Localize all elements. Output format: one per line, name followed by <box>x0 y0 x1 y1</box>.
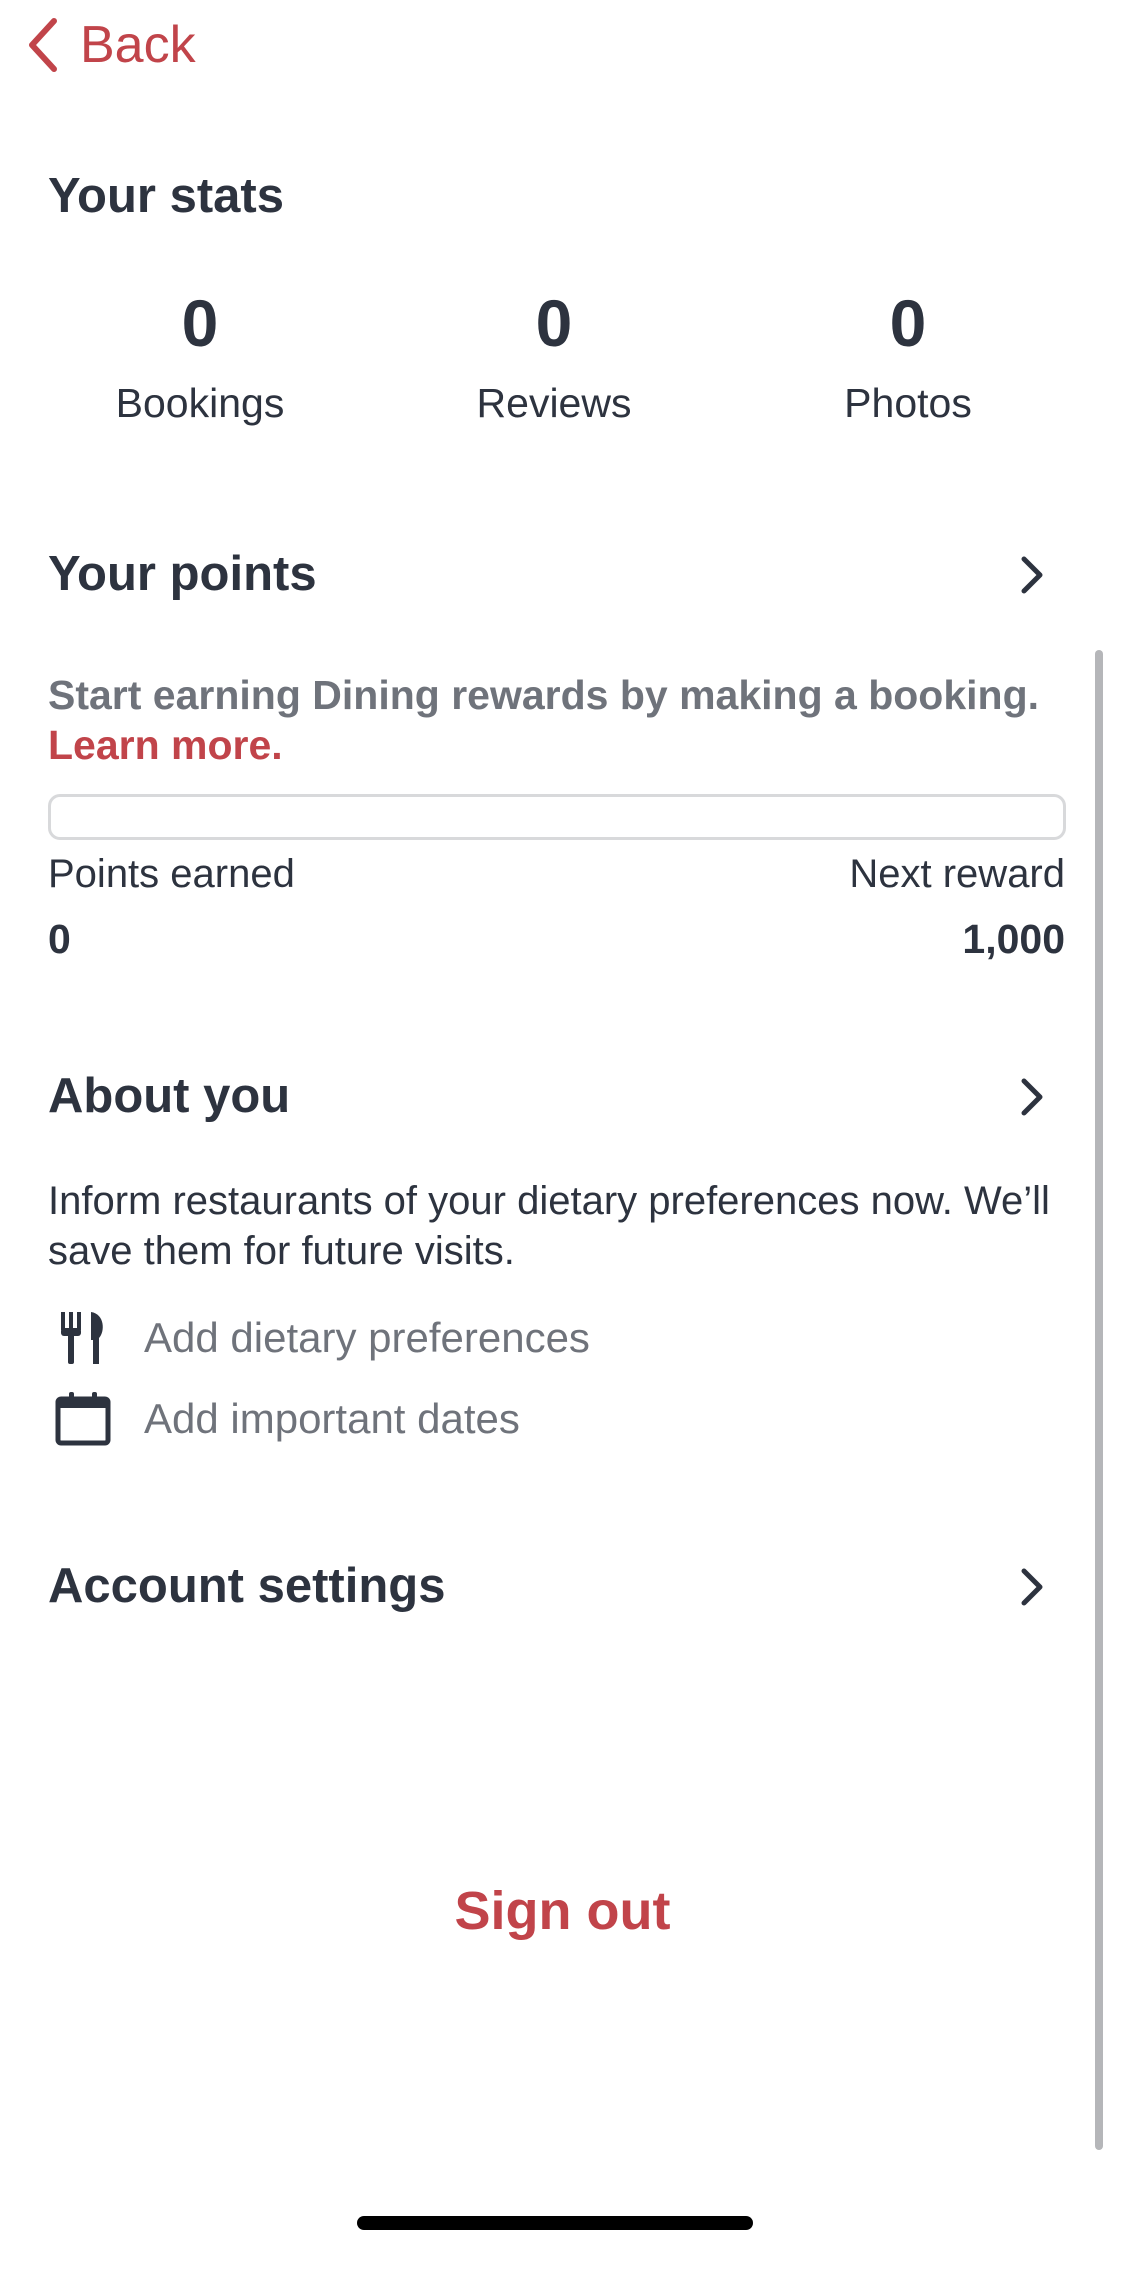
points-earned-label: Points earned <box>48 852 295 896</box>
back-label: Back <box>80 16 196 74</box>
chevron-right-icon[interactable] <box>1010 1075 1054 1119</box>
stat-reviews[interactable]: 0 Reviews <box>404 290 704 427</box>
scrollbar[interactable] <box>1095 650 1103 2150</box>
fork-knife-icon <box>48 1303 118 1373</box>
next-reward-value: 1,000 <box>962 916 1065 962</box>
add-important-dates-button[interactable]: Add important dates <box>48 1384 520 1454</box>
profile-page: Back Your stats 0 Bookings 0 Reviews 0 P… <box>0 0 1125 2284</box>
chevron-left-icon <box>29 18 57 72</box>
chevron-right-icon[interactable] <box>1010 553 1054 597</box>
stat-value: 0 <box>181 286 219 360</box>
points-title[interactable]: Your points <box>48 546 317 602</box>
action-label: Add dietary preferences <box>144 1314 590 1361</box>
stat-label: Reviews <box>476 380 632 426</box>
stat-value: 0 <box>889 286 927 360</box>
stat-label: Bookings <box>115 380 285 426</box>
chevron-right-icon[interactable] <box>1010 1565 1054 1609</box>
add-dietary-preferences-button[interactable]: Add dietary preferences <box>48 1303 590 1373</box>
points-message-text: Start earning Dining rewards by making a… <box>48 672 1040 718</box>
about-description: Inform restaurants of your dietary prefe… <box>48 1179 1050 1273</box>
learn-more-link[interactable]: Learn more. <box>48 722 283 768</box>
stats-title: Your stats <box>48 169 284 223</box>
points-earned-value: 0 <box>48 916 71 962</box>
stat-bookings[interactable]: 0 Bookings <box>50 290 350 427</box>
stat-value: 0 <box>535 286 573 360</box>
stat-photos[interactable]: 0 Photos <box>758 290 1058 427</box>
account-settings-title[interactable]: Account settings <box>48 1558 445 1614</box>
points-message: Start earning Dining rewards by making a… <box>48 670 1078 770</box>
home-indicator <box>357 2216 753 2230</box>
about-title[interactable]: About you <box>48 1068 290 1124</box>
points-progress-bar <box>48 794 1066 840</box>
back-button[interactable]: Back <box>24 10 196 80</box>
next-reward-label: Next reward <box>849 852 1065 896</box>
sign-out-button[interactable]: Sign out <box>0 1880 1125 1942</box>
stat-label: Photos <box>844 380 972 426</box>
action-label: Add important dates <box>144 1395 520 1442</box>
calendar-icon <box>48 1384 118 1454</box>
